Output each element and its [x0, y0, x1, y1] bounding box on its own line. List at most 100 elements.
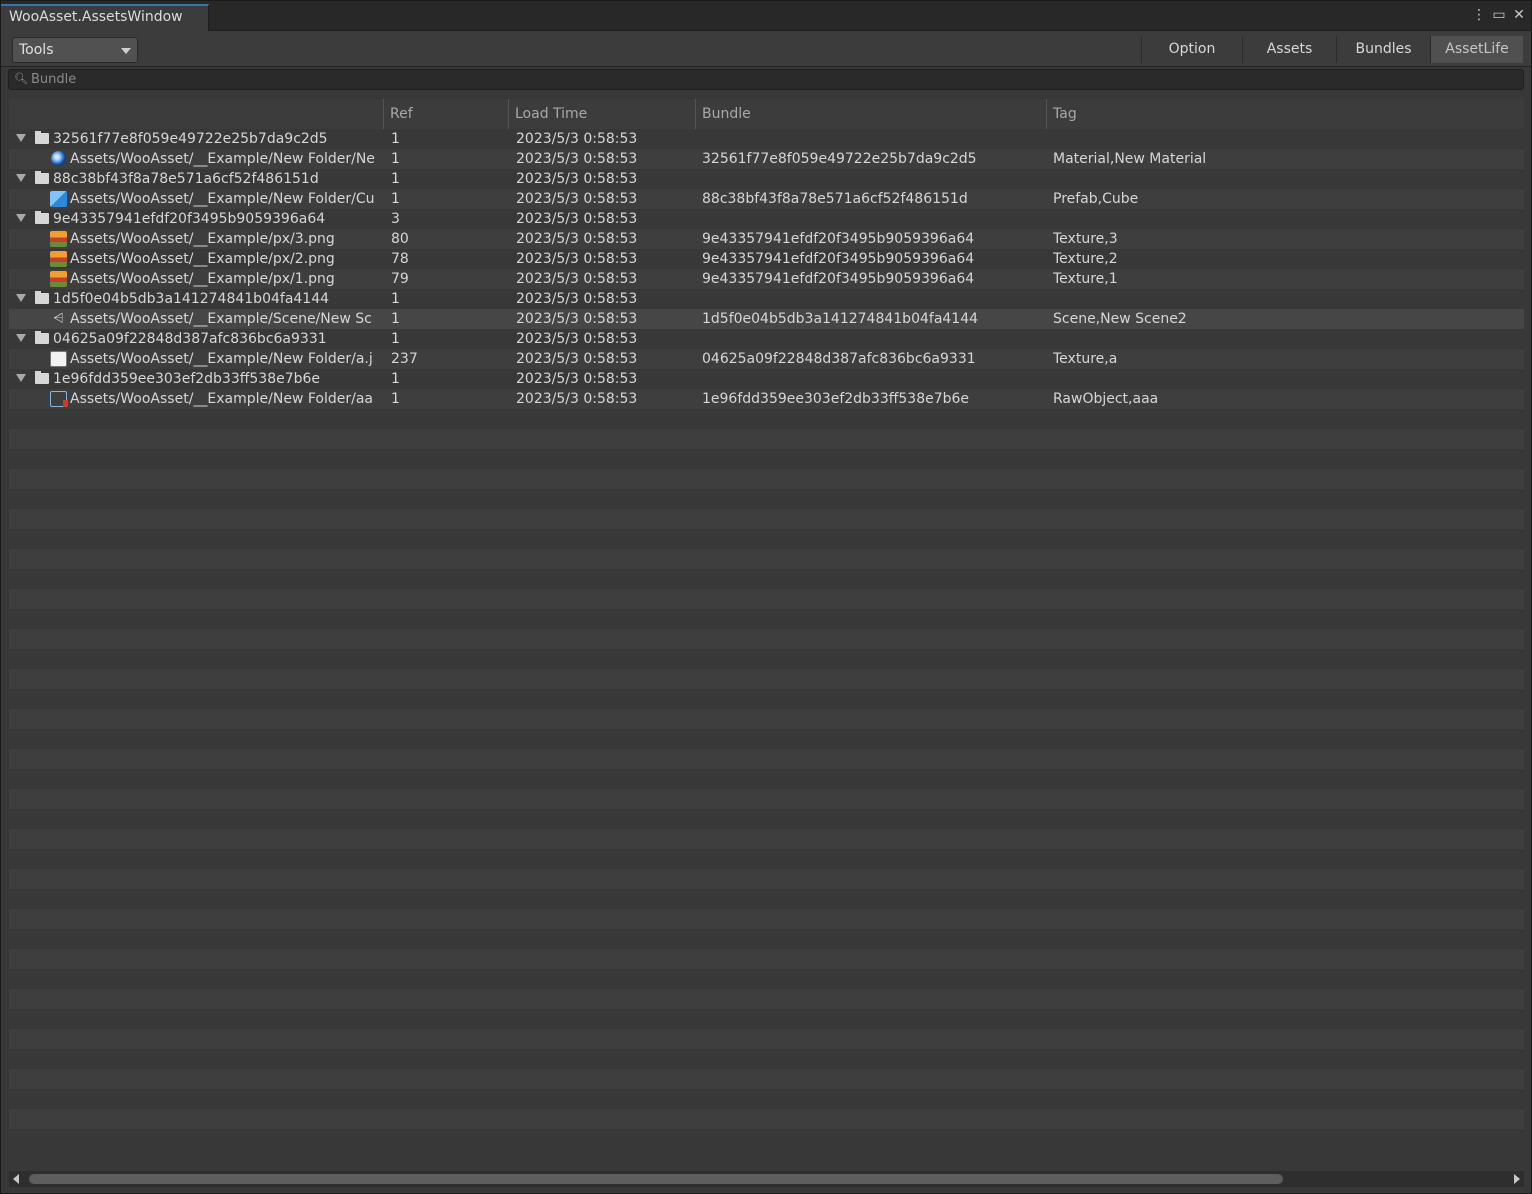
- bundle-group-row[interactable]: 88c38bf43f8a78e571a6cf52f486151d 1 2023/5/…: [9, 169, 1524, 189]
- bundle-name: 1e96fdd359ee303ef2db33ff538e7b6e: [53, 371, 321, 387]
- tag: RawObject,aaa: [1053, 391, 1159, 407]
- tag: [1053, 289, 1523, 309]
- bundle-hash: [702, 329, 1046, 349]
- more-vert-icon[interactable]: ⋮: [1471, 6, 1487, 24]
- empty-row: [9, 949, 1524, 969]
- load-time: 2023/5/3 0:58:53: [516, 291, 638, 307]
- load-time: 2023/5/3 0:58:53: [516, 191, 638, 207]
- load-time: 2023/5/3 0:58:53: [516, 131, 638, 147]
- raw-object-icon: [50, 391, 68, 407]
- tab-option[interactable]: Option: [1141, 36, 1242, 63]
- folder-icon: [35, 171, 49, 184]
- tag: Prefab,Cube: [1053, 191, 1139, 207]
- column-header-bundle[interactable]: Bundle: [695, 99, 1046, 129]
- close-icon[interactable]: ✕: [1511, 6, 1527, 24]
- column-header-ref[interactable]: Ref: [383, 99, 509, 129]
- bundle-hash: 9e43357941efdf20f3495b9059396a64: [702, 271, 975, 287]
- empty-row: [9, 409, 1524, 429]
- expand-arrow-icon[interactable]: [16, 334, 26, 342]
- scroll-right-icon[interactable]: [1514, 1174, 1520, 1184]
- search-input[interactable]: [31, 70, 1511, 89]
- empty-row: [9, 1069, 1524, 1089]
- empty-row: [9, 809, 1524, 829]
- tab-assets[interactable]: Assets: [1242, 36, 1336, 63]
- search-bar: 🔍︎: [8, 69, 1524, 90]
- tag: [1053, 329, 1523, 349]
- empty-row: [9, 1109, 1524, 1129]
- tab-assetlife[interactable]: AssetLife: [1430, 36, 1523, 63]
- tag: Texture,1: [1053, 271, 1118, 287]
- empty-row: [9, 1029, 1524, 1049]
- ref-count: 1: [391, 291, 400, 307]
- asset-row[interactable]: Assets/WooAsset/__Example/New Folder/a.j…: [9, 349, 1524, 369]
- bundle-hash: [702, 129, 1046, 149]
- asset-path: Assets/WooAsset/__Example/Scene/New Sc: [70, 311, 372, 327]
- ref-count: 1: [391, 331, 400, 347]
- assets-window: WooAsset.AssetsWindow ⋮ ▭ ✕ Tools Option…: [0, 0, 1532, 1194]
- load-time: 2023/5/3 0:58:53: [516, 371, 638, 387]
- scene-icon: ⩤: [53, 311, 64, 326]
- asset-row[interactable]: Assets/WooAsset/__Example/New Folder/Cu 1…: [9, 189, 1524, 209]
- tag: [1053, 369, 1523, 389]
- empty-row: [9, 669, 1524, 689]
- asset-row[interactable]: Assets/WooAsset/__Example/px/1.png 79 2023…: [9, 269, 1524, 289]
- scrollbar-thumb[interactable]: [29, 1174, 1283, 1184]
- load-time: 2023/5/3 0:58:53: [516, 251, 638, 267]
- asset-row[interactable]: Assets/WooAsset/__Example/px/3.png 80 2023…: [9, 229, 1524, 249]
- expand-arrow-icon[interactable]: [16, 374, 26, 382]
- tag: Material,New Material: [1053, 151, 1207, 167]
- search-icon: 🔍︎: [14, 72, 28, 85]
- asset-path: Assets/WooAsset/__Example/px/1.png: [70, 271, 335, 287]
- folder-icon: [35, 291, 49, 304]
- column-header-tag[interactable]: Tag: [1046, 99, 1524, 129]
- expand-arrow-icon[interactable]: [16, 214, 26, 222]
- expand-arrow-icon[interactable]: [16, 134, 26, 142]
- empty-row: [9, 1009, 1524, 1029]
- bundle-group-row[interactable]: 9e43357941efdf20f3495b9059396a64 3 2023/5/…: [9, 209, 1524, 229]
- ref-count: 1: [391, 371, 400, 387]
- bundle-hash: [702, 369, 1046, 389]
- tag: [1053, 129, 1523, 149]
- empty-row: [9, 969, 1524, 989]
- ref-count: 79: [391, 271, 409, 287]
- toolbar: Tools Option Assets Bundles AssetLife: [1, 31, 1531, 67]
- bundle-group-row[interactable]: 1d5f0e04b5db3a141274841b04fa4144 1 2023/5/…: [9, 289, 1524, 309]
- texture-icon: [50, 271, 67, 287]
- empty-row: [9, 649, 1524, 669]
- asset-row[interactable]: Assets/WooAsset/__Example/px/2.png 78 2023…: [9, 249, 1524, 269]
- bundle-hash: 9e43357941efdf20f3495b9059396a64: [702, 231, 975, 247]
- bundle-hash: [702, 209, 1046, 229]
- ref-count: 80: [391, 231, 409, 247]
- maximize-icon[interactable]: ▭: [1491, 6, 1507, 24]
- expand-arrow-icon[interactable]: [16, 174, 26, 182]
- empty-row: [9, 509, 1524, 529]
- empty-row: [9, 469, 1524, 489]
- horizontal-scrollbar[interactable]: [9, 1171, 1524, 1187]
- asset-path: Assets/WooAsset/__Example/New Folder/a.j: [70, 351, 373, 367]
- scroll-left-icon[interactable]: [13, 1174, 19, 1184]
- bundle-group-row[interactable]: 1e96fdd359ee303ef2db33ff538e7b6e 1 2023/5/…: [9, 369, 1524, 389]
- expand-arrow-icon[interactable]: [16, 294, 26, 302]
- column-header-load-time[interactable]: Load Time: [508, 99, 696, 129]
- asset-row[interactable]: Assets/WooAsset/__Example/New Folder/Ne 1…: [9, 149, 1524, 169]
- tab-bundles[interactable]: Bundles: [1336, 36, 1430, 63]
- window-tab[interactable]: WooAsset.AssetsWindow: [1, 4, 209, 31]
- image-icon: [50, 351, 67, 367]
- material-icon: [51, 151, 66, 166]
- bundle-group-row[interactable]: 04625a09f22848d387afc836bc6a9331 1 2023/5/…: [9, 329, 1524, 349]
- tag: Texture,3: [1053, 231, 1118, 247]
- load-time: 2023/5/3 0:58:53: [516, 211, 638, 227]
- ref-count: 1: [391, 131, 400, 147]
- bundle-name: 88c38bf43f8a78e571a6cf52f486151d: [53, 171, 319, 187]
- tools-dropdown[interactable]: Tools: [12, 37, 138, 63]
- load-time: 2023/5/3 0:58:53: [516, 311, 638, 327]
- load-time: 2023/5/3 0:58:53: [516, 271, 638, 287]
- bundle-hash: 04625a09f22848d387afc836bc6a9331: [702, 351, 976, 367]
- bundle-group-row[interactable]: 32561f77e8f059e49722e25b7da9c2d5 1 2023/5/…: [9, 129, 1524, 149]
- bundle-name: 1d5f0e04b5db3a141274841b04fa4144: [53, 291, 330, 307]
- folder-icon: [35, 371, 49, 384]
- asset-row[interactable]: Assets/WooAsset/__Example/New Folder/aa 1…: [9, 389, 1524, 409]
- asset-row[interactable]: ⩤ Assets/WooAsset/__Example/Scene/New Sc 1…: [9, 309, 1524, 329]
- asset-path: Assets/WooAsset/__Example/New Folder/aa: [70, 391, 373, 407]
- asset-path: Assets/WooAsset/__Example/New Folder/Cu: [70, 191, 375, 207]
